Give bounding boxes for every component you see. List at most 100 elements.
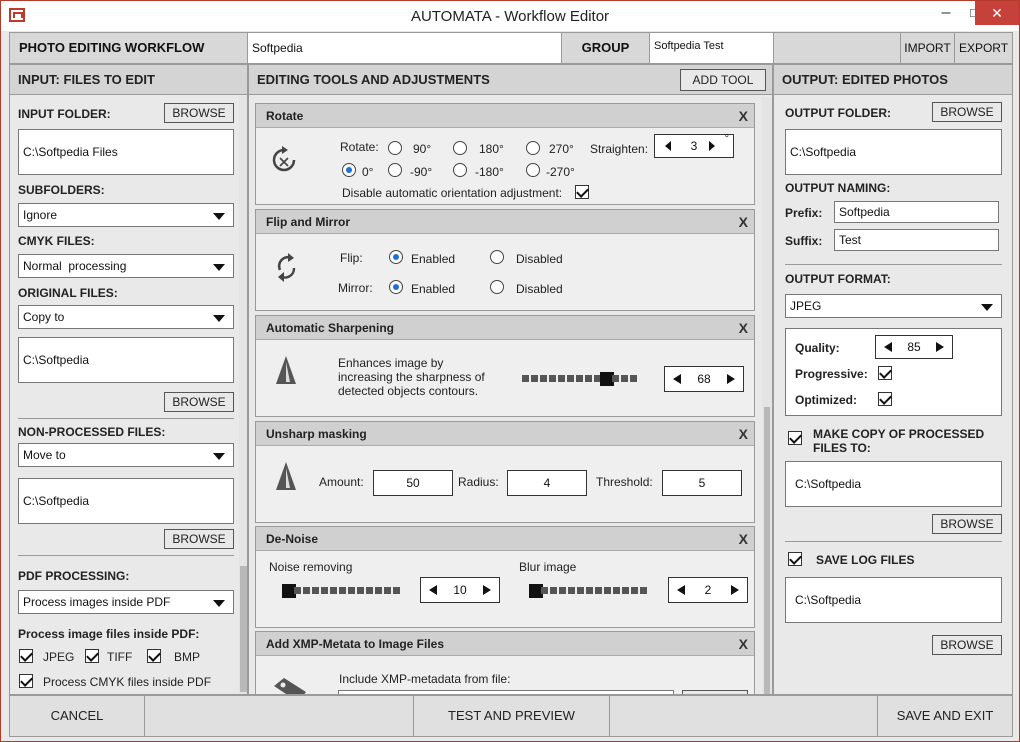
suffix-input[interactable]: Test xyxy=(834,229,999,251)
slider-segment xyxy=(375,587,382,594)
flip-close-button[interactable]: X xyxy=(739,214,748,230)
save-exit-button[interactable]: SAVE AND EXIT xyxy=(878,696,1012,736)
flip-enabled-radio[interactable] xyxy=(389,250,403,264)
increase-icon[interactable] xyxy=(936,342,944,352)
save-log-checkbox[interactable] xyxy=(788,552,802,566)
amount-input[interactable]: 50 xyxy=(373,470,453,496)
sharpening-close-button[interactable]: X xyxy=(739,320,748,336)
rotate-neg270-radio[interactable] xyxy=(526,163,540,177)
rotate-90-radio[interactable] xyxy=(388,141,402,155)
increase-icon[interactable] xyxy=(727,374,735,384)
output-format-label: OUTPUT FORMAT: xyxy=(785,272,891,286)
straighten-stepper[interactable]: 3 ° xyxy=(654,133,734,158)
original-files-select[interactable]: Copy to xyxy=(18,305,234,329)
bottom-spacer-left xyxy=(145,696,414,736)
output-format-select[interactable]: JPEG xyxy=(785,294,1002,318)
test-preview-button[interactable]: TEST AND PREVIEW xyxy=(414,696,610,736)
xmp-include-label: Include XMP-metadata from file: xyxy=(339,672,511,686)
slider-segment xyxy=(357,587,364,594)
cmyk-pdf-checkbox[interactable] xyxy=(19,674,33,688)
blur-slider[interactable] xyxy=(529,584,647,598)
output-panel: OUTPUT: EDITED PHOTOS OUTPUT FOLDER: BRO… xyxy=(773,64,1013,695)
denoise-tool: De-Noise X Noise removing 10 Blur image … xyxy=(255,526,755,628)
prefix-input[interactable]: Softpedia xyxy=(834,201,999,223)
app-window: AUTOMATA - Workflow Editor – □ ✕ PHOTO E… xyxy=(0,0,1020,742)
increase-icon[interactable] xyxy=(731,585,739,595)
slider-segment xyxy=(568,587,575,594)
unsharp-title: Unsharp masking xyxy=(256,422,754,446)
chevron-down-icon xyxy=(213,315,225,322)
original-browse-button[interactable]: BROWSE xyxy=(164,392,234,412)
denoise-close-button[interactable]: X xyxy=(739,531,748,547)
rotate-0-label: 0° xyxy=(362,165,374,179)
non-processed-path[interactable]: C:\Softpedia xyxy=(18,478,234,524)
prefix-label: Prefix: xyxy=(785,206,823,220)
slider-segment xyxy=(312,587,319,594)
mirror-enabled-radio[interactable] xyxy=(389,280,403,294)
cmyk-select[interactable]: Normal processing xyxy=(18,254,234,278)
non-processed-browse-button[interactable]: BROWSE xyxy=(164,529,234,549)
unsharp-icon xyxy=(276,462,296,490)
threshold-input[interactable]: 5 xyxy=(662,470,742,496)
import-button[interactable]: IMPORT xyxy=(901,33,955,63)
make-copy-checkbox[interactable] xyxy=(788,431,802,445)
workflow-name-input[interactable]: Softpedia xyxy=(248,33,562,63)
slider-segment xyxy=(393,587,400,594)
quality-stepper[interactable]: 85 xyxy=(875,335,953,359)
input-scrollbar-thumb[interactable] xyxy=(240,566,247,692)
chevron-down-icon xyxy=(213,213,225,220)
log-browse-button[interactable]: BROWSE xyxy=(932,635,1002,655)
jpeg-checkbox[interactable] xyxy=(19,649,33,663)
rotate-270-label: 270° xyxy=(549,142,574,156)
cancel-button[interactable]: CANCEL xyxy=(10,696,145,736)
rotate-180-radio[interactable] xyxy=(453,141,467,155)
minimize-icon[interactable]: – xyxy=(931,1,961,25)
input-scrollbar[interactable] xyxy=(239,96,247,694)
optimized-checkbox[interactable] xyxy=(878,392,892,406)
bmp-checkbox[interactable] xyxy=(147,649,161,663)
log-path[interactable]: C:\Softpedia xyxy=(785,577,1002,623)
rotate-270-radio[interactable] xyxy=(526,141,540,155)
output-browse-button[interactable]: BROWSE xyxy=(932,102,1002,122)
group-input[interactable]: Softpedia Test xyxy=(650,33,774,63)
subfolders-select[interactable]: Ignore xyxy=(18,203,234,227)
rotate-neg180-radio[interactable] xyxy=(453,163,467,177)
rotate-neg90-radio[interactable] xyxy=(388,163,402,177)
add-tool-button[interactable]: ADD TOOL xyxy=(680,69,766,91)
rotate-close-button[interactable]: X xyxy=(739,108,748,124)
chevron-down-icon xyxy=(981,304,993,311)
pdf-processing-select[interactable]: Process images inside PDF xyxy=(18,590,234,614)
blur-stepper[interactable]: 2 xyxy=(668,577,748,603)
slider-segment xyxy=(522,375,529,382)
radius-input[interactable]: 4 xyxy=(507,470,587,496)
mirror-disabled-radio[interactable] xyxy=(490,280,504,294)
progressive-label: Progressive: xyxy=(795,367,868,381)
xmp-close-button[interactable]: X xyxy=(739,636,748,652)
input-browse-button[interactable]: BROWSE xyxy=(164,103,234,123)
sharpen-slider[interactable] xyxy=(519,372,637,386)
non-processed-select[interactable]: Move to xyxy=(18,443,234,467)
sharpen-stepper[interactable]: 68 xyxy=(664,366,744,392)
make-copy-path[interactable]: C:\Softpedia xyxy=(785,461,1002,507)
output-folder-field[interactable]: C:\Softpedia xyxy=(785,129,1002,175)
original-files-path[interactable]: C:\Softpedia xyxy=(18,337,234,383)
progressive-checkbox[interactable] xyxy=(878,366,892,380)
chevron-down-icon xyxy=(213,453,225,460)
slider-segment xyxy=(586,587,593,594)
tiff-checkbox[interactable] xyxy=(85,649,99,663)
amount-label: Amount: xyxy=(319,475,364,489)
noise-stepper[interactable]: 10 xyxy=(420,577,500,603)
tools-scrollbar[interactable] xyxy=(762,97,772,694)
disable-orientation-checkbox[interactable] xyxy=(575,185,589,199)
rotate-0-radio[interactable] xyxy=(342,163,356,177)
tools-scrollbar-thumb[interactable] xyxy=(764,407,770,694)
unsharp-close-button[interactable]: X xyxy=(739,426,748,442)
flip-disabled-radio[interactable] xyxy=(490,250,504,264)
close-window-icon[interactable]: ✕ xyxy=(975,1,1019,25)
noise-slider[interactable] xyxy=(282,584,400,598)
input-folder-field[interactable]: C:\Softpedia Files xyxy=(18,129,234,175)
copy-browse-button[interactable]: BROWSE xyxy=(932,514,1002,534)
increase-icon[interactable] xyxy=(709,141,715,151)
export-button[interactable]: EXPORT xyxy=(955,33,1012,63)
increase-icon[interactable] xyxy=(483,585,491,595)
